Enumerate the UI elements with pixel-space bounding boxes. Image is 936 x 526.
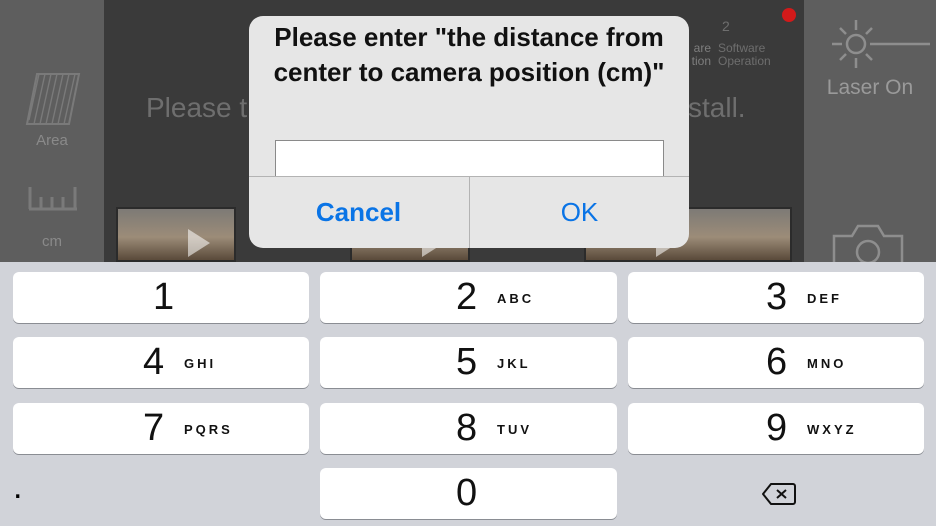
instruction-text-end: stall. (688, 92, 746, 123)
left-sidebar: Area cm (0, 0, 104, 262)
step-2-number: 2 (722, 18, 730, 34)
key-2[interactable]: 2 ABC (320, 272, 617, 323)
key-digit: 4 (143, 341, 165, 383)
key-letters: JKL (497, 356, 531, 371)
key-digit: 9 (766, 407, 788, 449)
laser-label: Laser On (826, 76, 914, 99)
key-digit: . (13, 468, 23, 506)
backspace-key[interactable] (628, 468, 924, 519)
backspace-icon (761, 482, 797, 511)
key-digit: 8 (456, 407, 478, 449)
key-7[interactable]: 7 PQRS (13, 403, 309, 454)
key-5[interactable]: 5 JKL (320, 337, 617, 388)
video-thumbnail[interactable] (116, 207, 236, 262)
key-letters: TUV (497, 422, 532, 437)
alert-dialog: Please enter "the distance from center t… (249, 16, 689, 248)
key-0[interactable]: 0 (320, 468, 617, 519)
cancel-button[interactable]: Cancel (249, 177, 468, 248)
laser-icon[interactable] (832, 18, 930, 75)
numeric-keypad: 1 2 ABC 3 DEF 4 GHI 5 JKL 6 MNO 7 PQRS 8… (0, 262, 936, 526)
key-digit: 0 (456, 472, 478, 514)
key-letters: GHI (184, 356, 217, 371)
camera-icon[interactable] (830, 222, 906, 267)
key-4[interactable]: 4 GHI (13, 337, 309, 388)
key-decimal[interactable]: . (13, 468, 309, 519)
ruler-icon[interactable] (27, 185, 79, 216)
key-digit: 7 (143, 407, 165, 449)
play-icon (188, 229, 210, 257)
distance-input[interactable] (275, 140, 664, 177)
key-letters: DEF (807, 291, 842, 306)
key-1[interactable]: 1 (13, 272, 309, 323)
area-label: Area (36, 132, 68, 149)
key-digit: 5 (456, 341, 478, 383)
step-2-label[interactable]: Software Operation (718, 42, 771, 68)
notification-dot (782, 8, 796, 22)
alert-title: Please enter "the distance from center t… (273, 22, 665, 87)
key-letters: WXYZ (807, 422, 857, 437)
ok-button[interactable]: OK (470, 177, 689, 248)
key-digit: 6 (766, 341, 788, 383)
unit-label: cm (42, 233, 62, 250)
key-9[interactable]: 9 WXYZ (628, 403, 924, 454)
key-3[interactable]: 3 DEF (628, 272, 924, 323)
key-6[interactable]: 6 MNO (628, 337, 924, 388)
area-icon[interactable] (25, 70, 81, 133)
key-letters: MNO (807, 356, 847, 371)
key-8[interactable]: 8 TUV (320, 403, 617, 454)
key-digit: 1 (153, 276, 175, 318)
key-digit: 2 (456, 276, 478, 318)
key-letters: ABC (497, 291, 535, 306)
instruction-text: Please t (146, 92, 248, 123)
key-letters: PQRS (184, 422, 233, 437)
key-digit: 3 (766, 276, 788, 318)
